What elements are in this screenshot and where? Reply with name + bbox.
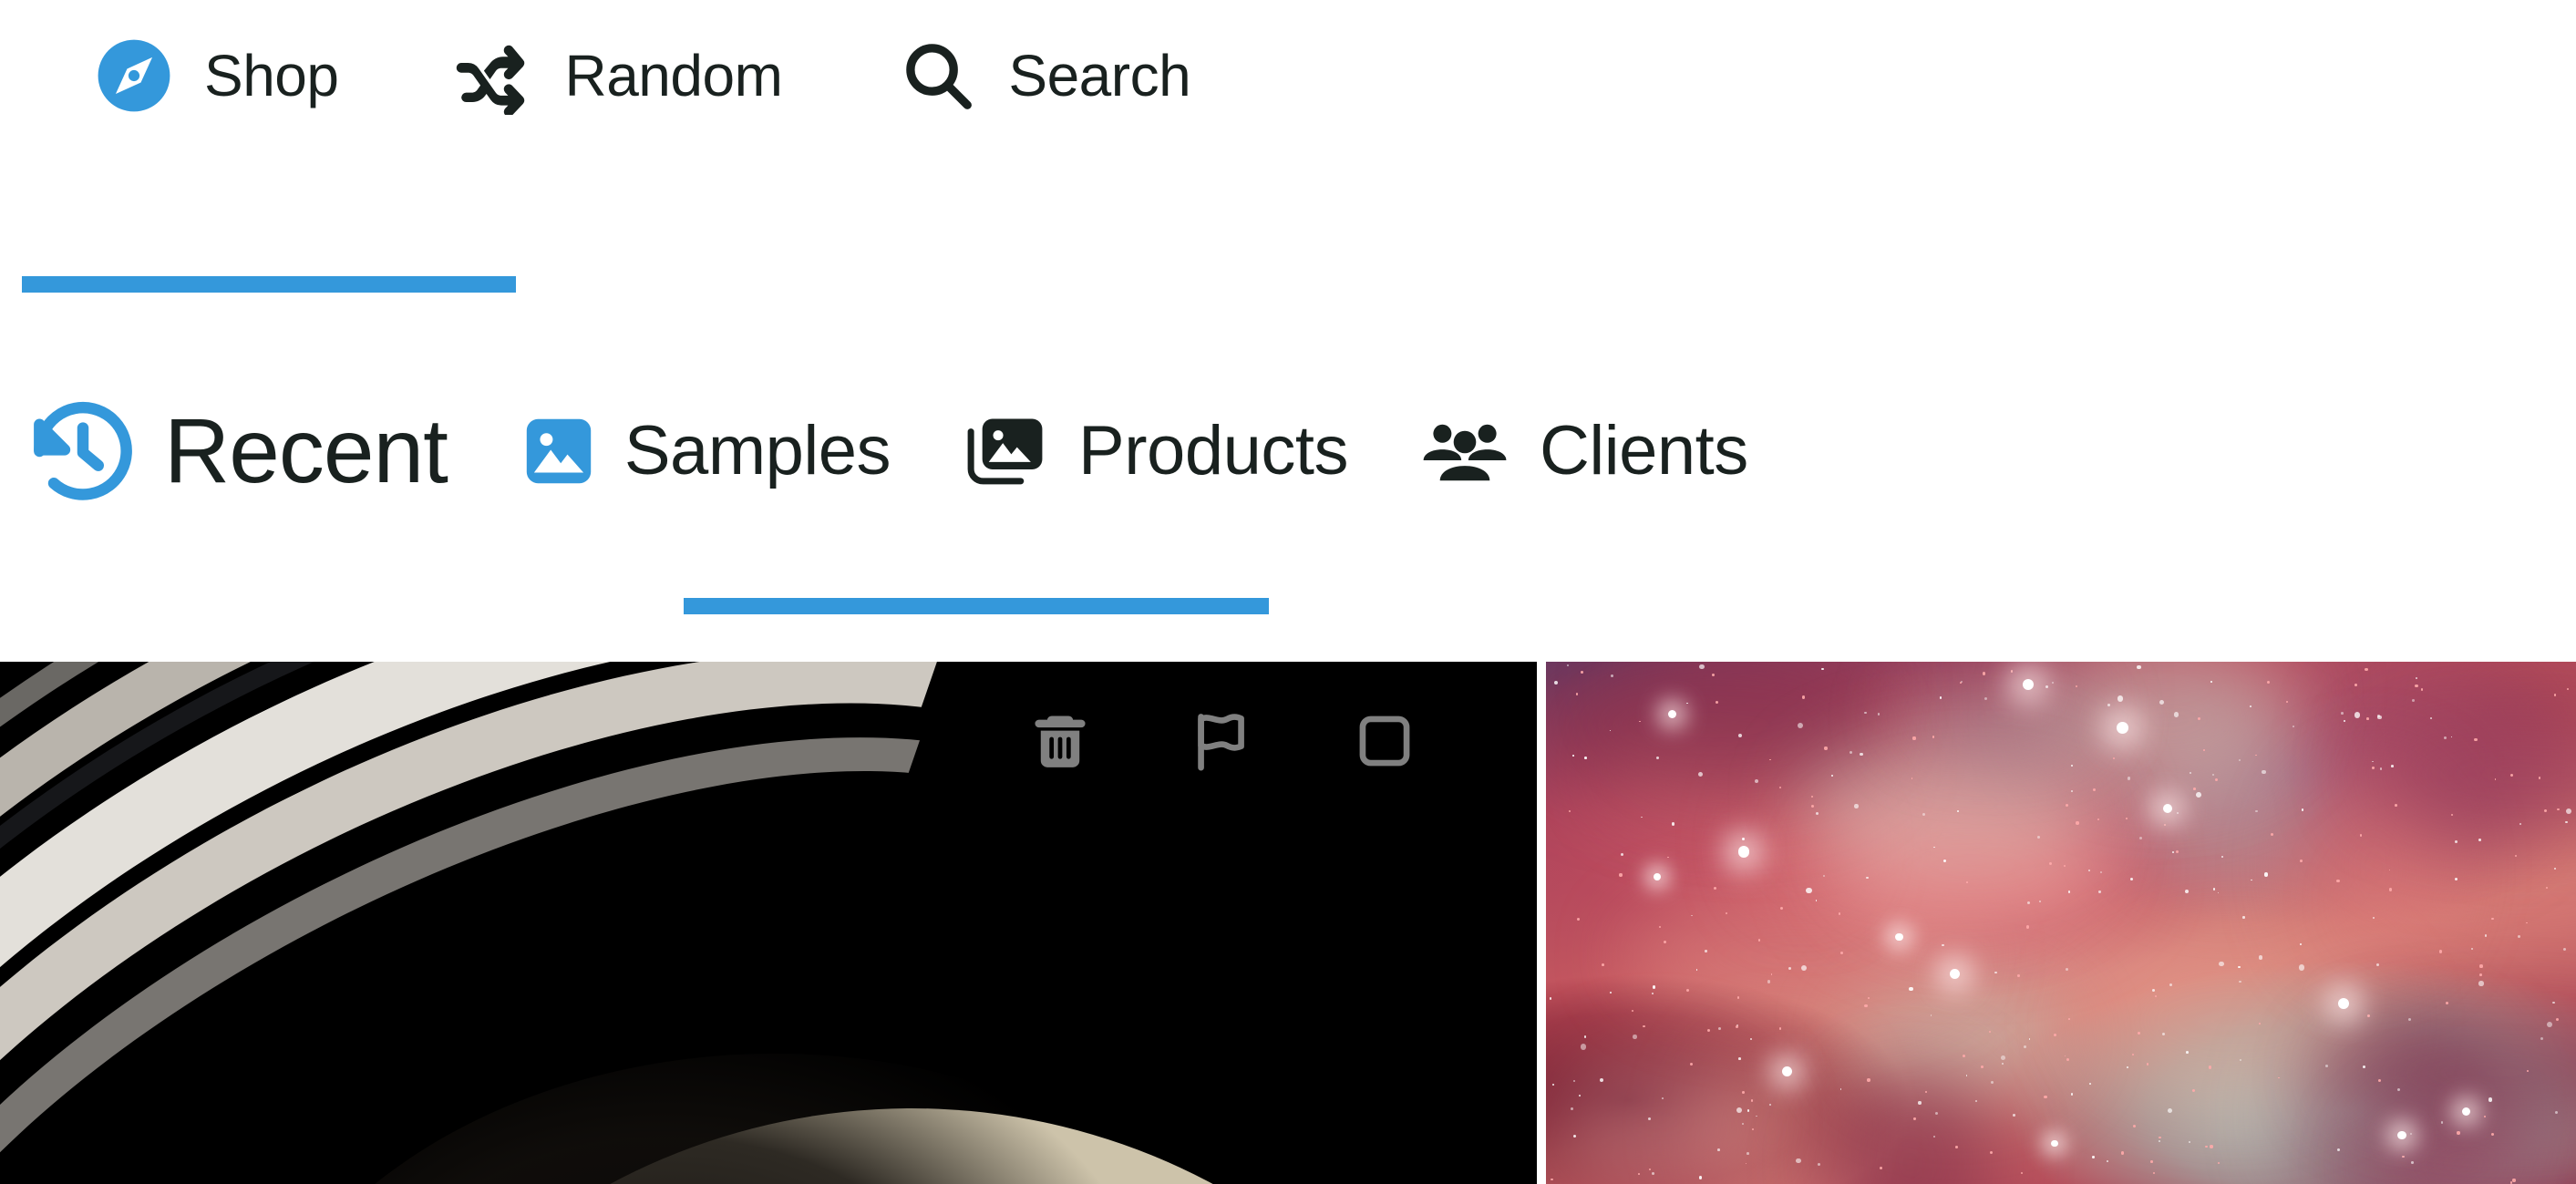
primary-nav-label-random: Random <box>564 43 783 108</box>
select-icon[interactable] <box>1345 702 1424 780</box>
primary-nav-label-shop: Shop <box>204 43 339 108</box>
image-icon <box>519 411 599 491</box>
primary-nav-item-search[interactable]: Search <box>899 36 1191 115</box>
primary-navigation-bar: Shop Random Search <box>0 0 2576 293</box>
secondary-nav-item-samples[interactable]: Samples <box>519 411 891 491</box>
history-icon <box>24 392 142 510</box>
secondary-nav-label-samples: Samples <box>623 412 891 489</box>
app-root: Shop Random Search Recent Samples Produc… <box>0 0 2576 1184</box>
secondary-nav-label-clients: Clients <box>1539 412 1748 489</box>
nebula-image <box>1546 662 2576 1184</box>
shuffle-icon <box>455 36 533 115</box>
search-icon <box>899 36 977 115</box>
primary-nav-active-indicator <box>22 276 516 293</box>
compass-icon <box>95 36 173 115</box>
primary-nav-label-search: Search <box>1008 43 1191 108</box>
secondary-nav-item-products[interactable]: Products <box>963 407 1348 495</box>
secondary-nav-item-recent[interactable]: Recent <box>24 392 448 510</box>
secondary-nav-item-clients[interactable]: Clients <box>1419 406 1748 497</box>
secondary-nav-label-recent: Recent <box>164 400 448 502</box>
secondary-nav-items: Recent Samples Products Clients <box>24 392 1748 510</box>
secondary-nav-active-indicator <box>684 598 1269 614</box>
primary-nav-item-random[interactable]: Random <box>455 36 783 115</box>
collections-icon <box>963 407 1051 495</box>
secondary-navigation-bar: Recent Samples Products Clients <box>0 293 2576 662</box>
primary-nav-items: Shop Random Search <box>95 36 1191 115</box>
tile-action-bar <box>1021 702 1424 780</box>
primary-nav-item-shop[interactable]: Shop <box>95 36 339 115</box>
flag-icon[interactable] <box>1183 702 1262 780</box>
delete-icon[interactable] <box>1021 702 1099 780</box>
groups-icon <box>1419 406 1510 497</box>
secondary-nav-label-products: Products <box>1078 412 1348 489</box>
gallery-tile-nebula[interactable] <box>1546 662 2576 1184</box>
